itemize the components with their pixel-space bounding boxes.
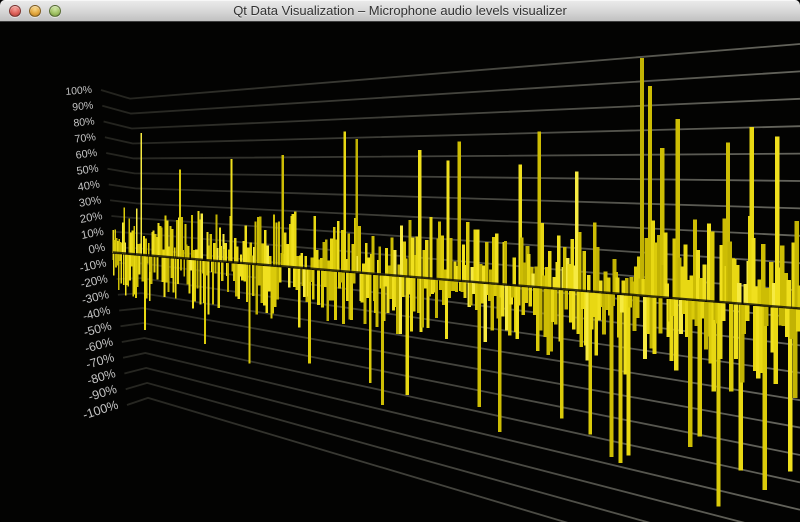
y-tick-label: -100% [81, 398, 120, 423]
y-tick-label: 40% [77, 178, 101, 193]
y-tick-label: 90% [72, 100, 94, 114]
titlebar[interactable]: Qt Data Visualization – Microphone audio… [0, 0, 800, 22]
zoom-button[interactable] [49, 5, 61, 17]
y-tick-label: 50% [76, 163, 100, 178]
y-tick-label: 30% [78, 194, 102, 210]
bars-3d-scene[interactable]: 100%90%80%70%60%50%40%30%20%10%0%-10%-20… [0, 22, 800, 522]
y-tick-label: 20% [79, 210, 103, 226]
y-tick-label: 70% [74, 131, 97, 146]
app-window: Qt Data Visualization – Microphone audio… [0, 0, 800, 522]
minimize-button[interactable] [29, 5, 41, 17]
close-button[interactable] [9, 5, 21, 17]
y-tick-label: 10% [80, 226, 105, 242]
window-controls [9, 0, 61, 22]
y-tick-label: 0% [88, 242, 107, 257]
chart-area[interactable]: 100%90%80%70%60%50%40%30%20%10%0%-10%-20… [0, 22, 800, 522]
window-title: Qt Data Visualization – Microphone audio… [0, 0, 800, 22]
y-tick-label: 60% [75, 147, 98, 162]
y-tick-label: 80% [73, 115, 96, 129]
y-axis-labels: 100%90%80%70%60%50%40%30%20%10%0%-10%-20… [65, 85, 120, 422]
y-tick-label: 100% [65, 85, 92, 98]
